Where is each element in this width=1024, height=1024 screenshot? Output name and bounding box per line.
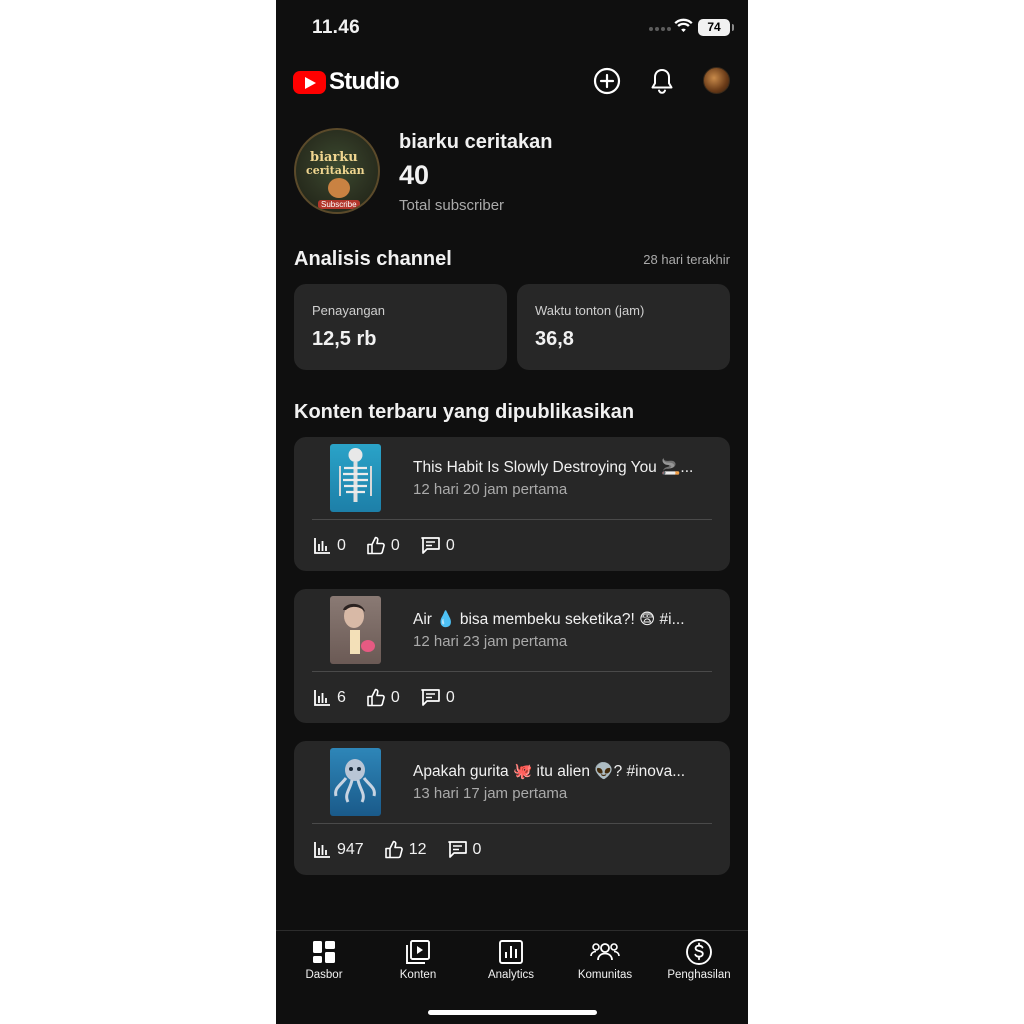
views-metric: 0 <box>313 536 346 555</box>
nav-item-komunitas[interactable]: Komunitas <box>558 937 652 981</box>
comments-metric: 0 <box>420 536 455 555</box>
comment-icon <box>420 688 441 707</box>
logo-text: Studio <box>329 68 400 95</box>
likes-count: 0 <box>390 536 400 554</box>
watch-time-value: 36,8 <box>535 328 574 350</box>
youtube-studio-logo[interactable]: Studio <box>293 68 400 96</box>
nav-label: Penghasilan <box>667 969 731 981</box>
phone-screen: 11.46 74 Studio biarku ceritakan Subscri… <box>276 0 748 1024</box>
wifi-icon <box>674 18 693 38</box>
video-period: 12 hari 20 jam pertama <box>413 481 568 498</box>
thumbs-up-icon <box>366 688 386 707</box>
community-icon <box>558 937 652 967</box>
bar-chart-icon <box>313 536 332 555</box>
views-card[interactable]: Penayangan 12,5 rb <box>294 284 507 370</box>
nav-item-analytics[interactable]: Analytics <box>464 937 558 981</box>
account-avatar[interactable] <box>703 67 730 94</box>
views-value: 12,5 rb <box>312 328 377 350</box>
bar-chart-icon <box>313 840 332 859</box>
nav-label: Komunitas <box>577 969 633 981</box>
notification-bell-icon[interactable] <box>647 66 677 96</box>
subscriber-label: Total subscriber <box>399 197 505 214</box>
likes-count: 12 <box>408 840 427 858</box>
views-count: 6 <box>337 688 346 706</box>
likes-metric: 0 <box>366 536 400 555</box>
avatar-mascot-icon <box>328 178 350 198</box>
youtube-logo-icon <box>293 70 326 94</box>
avatar-logo-badge: Subscribe <box>318 200 360 209</box>
create-icon[interactable] <box>592 66 622 96</box>
views-count: 0 <box>337 536 346 554</box>
video-card[interactable]: This Habit Is Slowly Destroying You 🚬...… <box>294 437 730 571</box>
content-icon <box>371 937 465 967</box>
watch-time-card[interactable]: Waktu tonton (jam) 36,8 <box>517 284 730 370</box>
thumbs-up-icon <box>366 536 386 555</box>
video-card[interactable]: Apakah gurita 🐙 itu alien 👽? #inova... 1… <box>294 741 730 875</box>
nav-item-dasbor[interactable]: Dasbor <box>277 937 371 981</box>
views-count: 947 <box>337 840 364 858</box>
avatar-logo-text-1: biarku <box>310 150 358 165</box>
likes-metric: 0 <box>366 688 400 707</box>
comments-metric: 0 <box>447 840 482 859</box>
status-time: 11.46 <box>312 17 360 38</box>
comments-count: 0 <box>445 688 455 706</box>
divider <box>312 519 712 520</box>
cellular-signal-icon <box>649 27 671 31</box>
analytics-icon <box>464 937 558 967</box>
divider <box>312 671 712 672</box>
thumbs-up-icon <box>384 840 404 859</box>
likes-count: 0 <box>390 688 400 706</box>
battery-indicator: 74 <box>698 19 734 36</box>
channel-name: biarku ceritakan <box>399 131 553 153</box>
views-metric: 6 <box>313 688 346 707</box>
analytics-section-title: Analisis channel <box>294 248 452 270</box>
nav-label: Analytics <box>487 969 535 981</box>
bar-chart-icon <box>313 688 332 707</box>
video-period: 13 hari 17 jam pertama <box>413 785 568 802</box>
nav-label: Konten <box>399 969 437 981</box>
analytics-period: 28 hari terakhir <box>643 252 730 267</box>
nav-item-penghasilan[interactable]: Penghasilan <box>652 937 746 981</box>
earn-icon <box>652 937 746 967</box>
comments-count: 0 <box>445 536 455 554</box>
video-thumbnail[interactable] <box>330 596 381 664</box>
subscriber-count: 40 <box>399 160 430 190</box>
comments-metric: 0 <box>420 688 455 707</box>
views-label: Penayangan <box>312 303 386 318</box>
views-metric: 947 <box>313 840 364 859</box>
home-indicator <box>428 1010 597 1015</box>
watch-time-label: Waktu tonton (jam) <box>535 303 645 318</box>
video-thumbnail[interactable] <box>330 748 381 816</box>
comment-icon <box>420 536 441 555</box>
video-card[interactable]: Air 💧 bisa membeku seketika?! 😨 #i... 12… <box>294 589 730 723</box>
channel-header: biarku ceritakan Subscribe biarku cerita… <box>294 128 730 218</box>
recent-content-title: Konten terbaru yang dipublikasikan <box>294 401 635 423</box>
divider <box>312 823 712 824</box>
comments-count: 0 <box>472 840 482 858</box>
video-period: 12 hari 23 jam pertama <box>413 633 568 650</box>
dashboard-icon <box>277 937 371 967</box>
video-metrics: 0 0 0 <box>313 536 475 555</box>
app-bar: Studio <box>276 60 748 104</box>
video-title[interactable]: This Habit Is Slowly Destroying You 🚬... <box>413 458 718 477</box>
video-thumbnail[interactable] <box>330 444 381 512</box>
nav-label: Dasbor <box>305 969 343 981</box>
status-bar: 11.46 74 <box>276 0 748 56</box>
likes-metric: 12 <box>384 840 427 859</box>
video-title[interactable]: Air 💧 bisa membeku seketika?! 😨 #i... <box>413 610 718 629</box>
nav-item-konten[interactable]: Konten <box>371 937 465 981</box>
channel-avatar: biarku ceritakan Subscribe <box>294 128 380 214</box>
comment-icon <box>447 840 468 859</box>
avatar-logo-text-2: ceritakan <box>306 164 365 177</box>
video-metrics: 947 12 0 <box>313 840 501 859</box>
video-metrics: 6 0 0 <box>313 688 475 707</box>
video-title[interactable]: Apakah gurita 🐙 itu alien 👽? #inova... <box>413 762 718 781</box>
